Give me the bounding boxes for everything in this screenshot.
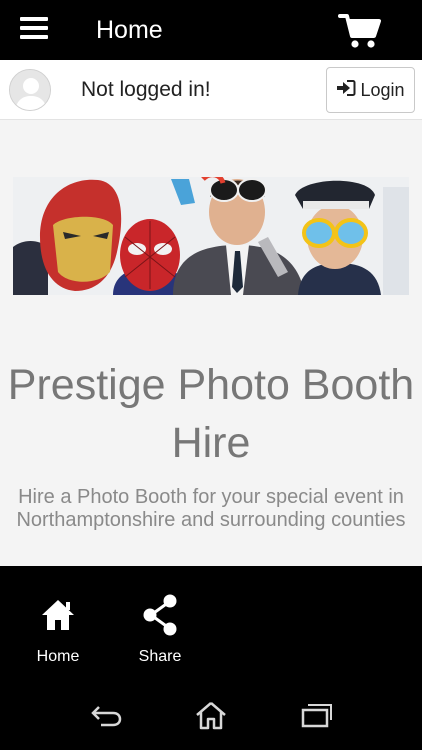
login-button[interactable]: Login	[326, 67, 415, 113]
login-status-text: Not logged in!	[81, 78, 211, 101]
hamburger-menu-icon[interactable]	[20, 17, 48, 41]
share-icon	[115, 594, 205, 636]
nav-item-label: Home	[36, 648, 80, 665]
recent-apps-icon[interactable]	[296, 700, 336, 730]
site-title: Prestige Photo Booth Hire	[7, 361, 415, 467]
home-icon	[13, 594, 103, 636]
login-button-label: Login	[360, 79, 405, 100]
nav-item-label: Share	[138, 648, 182, 665]
back-icon[interactable]	[86, 700, 126, 730]
page-title: Home	[96, 16, 163, 44]
shopping-cart-icon[interactable]	[338, 12, 382, 50]
bottom-navigation: Home Share	[0, 566, 422, 676]
hero-banner-image	[13, 177, 409, 295]
system-navigation-bar	[0, 676, 422, 750]
site-description: Hire a Photo Booth for your special even…	[16, 486, 406, 531]
login-bar: Not logged in! Login	[0, 60, 422, 120]
nav-item-home[interactable]: Home	[13, 594, 103, 668]
sign-in-icon	[336, 79, 356, 102]
nav-item-share[interactable]: Share	[115, 594, 205, 668]
app-header: Home	[0, 0, 422, 60]
user-avatar-icon	[9, 69, 51, 111]
home-outline-icon[interactable]	[191, 700, 231, 730]
main-content: Not logged in! Login Prestige Photo Boot…	[0, 60, 422, 566]
